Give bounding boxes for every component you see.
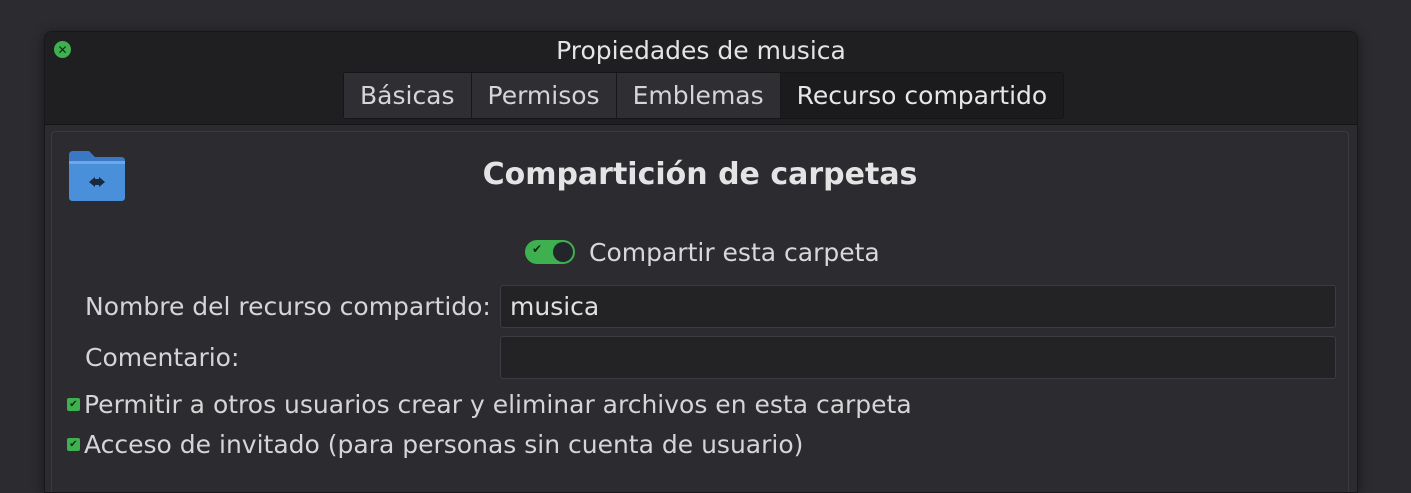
tab-basicas[interactable]: Básicas (344, 73, 472, 118)
share-heading: Compartición de carpetas (482, 157, 918, 192)
share-name-label: Nombre del recurso compartido: (85, 292, 491, 321)
switch-knob (553, 242, 573, 262)
allow-write-checkbox[interactable]: ✔ (67, 398, 80, 411)
comment-input[interactable] (500, 336, 1336, 379)
tab-recurso-compartido[interactable]: Recurso compartido (780, 73, 1064, 118)
properties-window: ✕ Propiedades de musica Básicas Permisos… (44, 31, 1358, 493)
titlebar: ✕ Propiedades de musica Básicas Permisos… (45, 32, 1357, 125)
guest-access-label: Acceso de invitado (para personas sin cu… (84, 430, 804, 459)
share-name-input[interactable] (500, 285, 1336, 328)
allow-write-row: ✔ Permitir a otros usuarios crear y elim… (67, 390, 912, 419)
share-panel: Compartición de carpetas ✔ Compartir est… (51, 131, 1349, 492)
tab-emblemas[interactable]: Emblemas (616, 73, 781, 118)
check-icon: ✔ (532, 242, 543, 256)
guest-access-row: ✔ Acceso de invitado (para personas sin … (67, 430, 803, 459)
window-title: Propiedades de musica (556, 36, 846, 65)
share-toggle-label: Compartir esta carpeta (589, 237, 880, 267)
tab-permisos[interactable]: Permisos (471, 73, 617, 118)
tab-bar: Básicas Permisos Emblemas Recurso compar… (343, 72, 1065, 119)
guest-access-checkbox[interactable]: ✔ (67, 438, 80, 451)
comment-label: Comentario: (85, 343, 240, 372)
share-toggle-switch[interactable]: ✔ (525, 240, 575, 264)
share-toggle-row: ✔ Compartir esta carpeta (525, 234, 880, 270)
allow-write-label: Permitir a otros usuarios crear y elimin… (84, 390, 912, 419)
